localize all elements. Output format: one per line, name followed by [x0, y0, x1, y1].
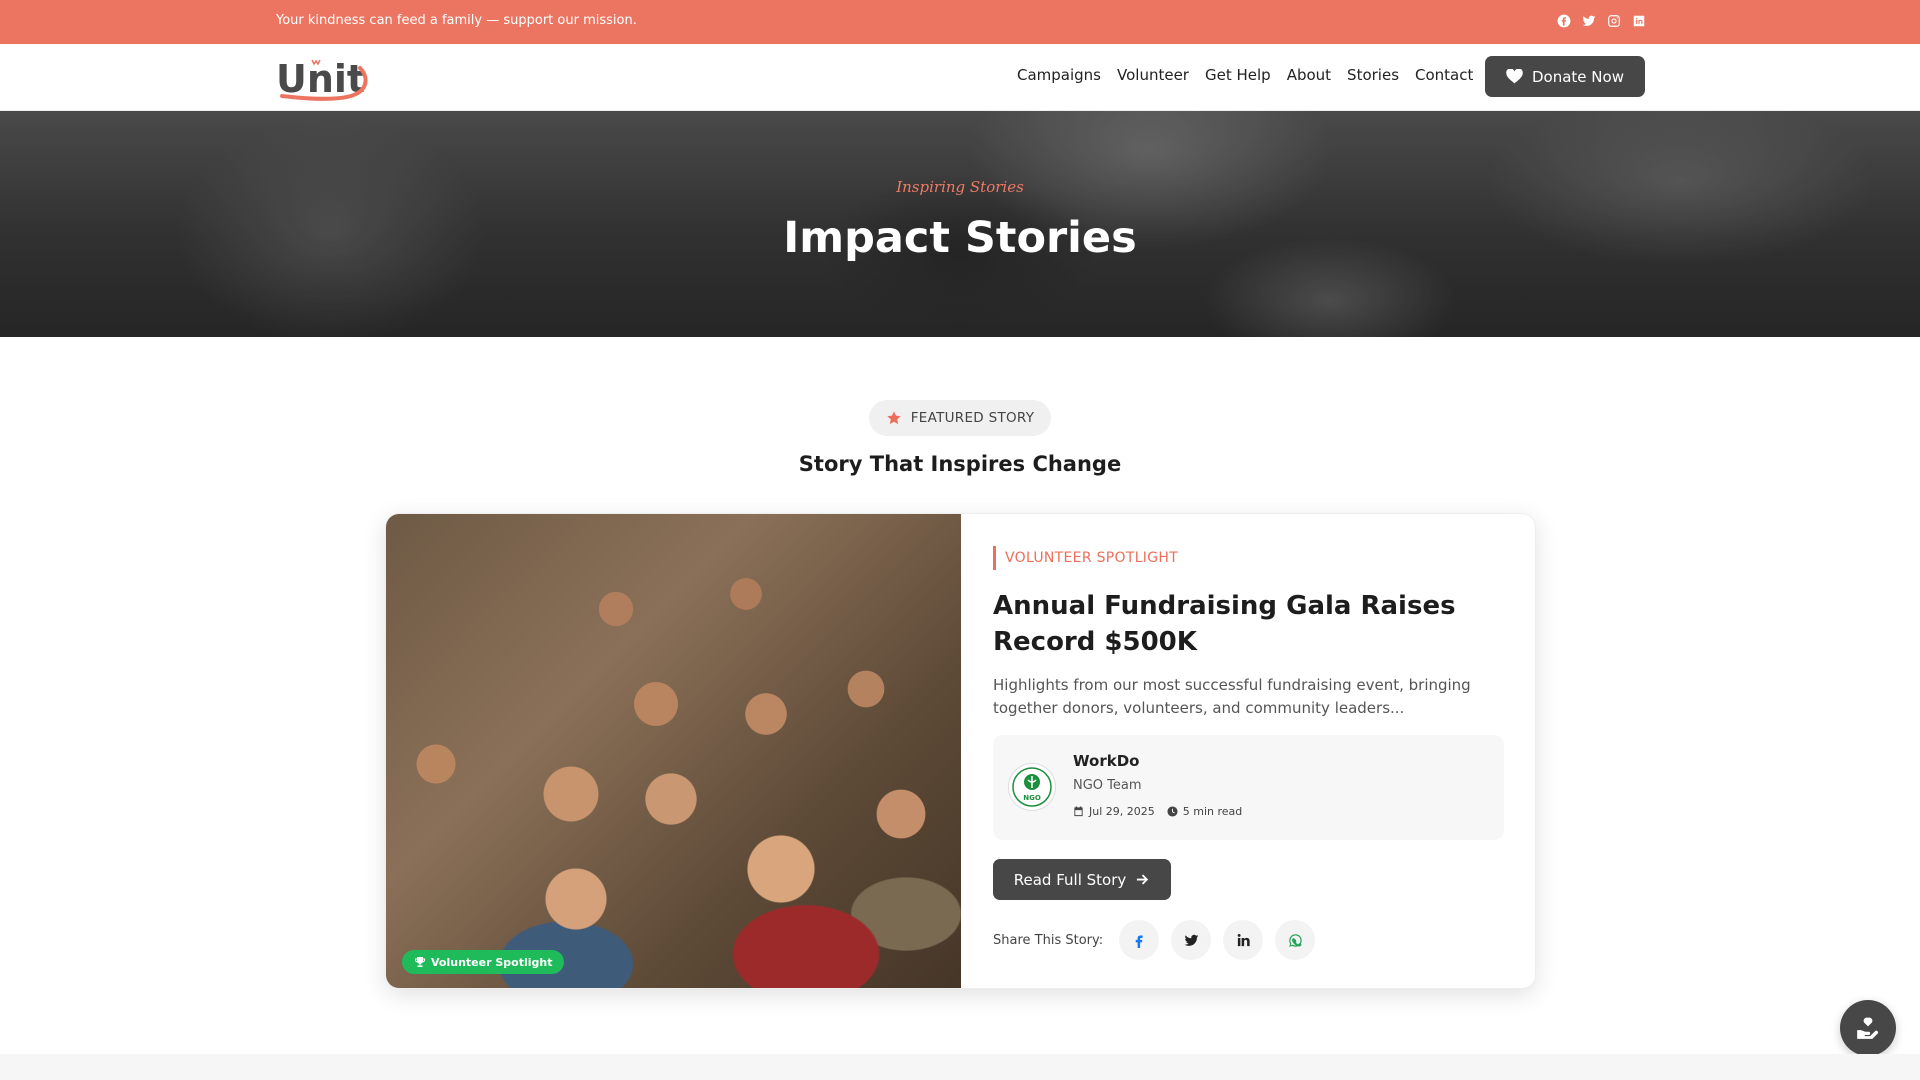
story-image-category-label: Volunteer Spotlight: [431, 955, 553, 969]
share-whatsapp-button[interactable]: [1275, 920, 1316, 960]
nav-volunteer[interactable]: Volunteer: [1117, 66, 1189, 84]
avatar: NGO: [1008, 763, 1056, 811]
nav-contact[interactable]: Contact: [1415, 66, 1473, 84]
main-nav: Campaigns Volunteer Get Help About Stori…: [1017, 66, 1473, 84]
facebook-icon: [1135, 935, 1143, 948]
story-read-time: 5 min read: [1167, 805, 1243, 818]
featured-story-badge-label: FEATURED STORY: [910, 410, 1035, 426]
whatsapp-icon: [1288, 933, 1302, 947]
star-icon: [887, 411, 901, 425]
site-header: Unit Campaigns Volunteer Get Help About …: [0, 44, 1920, 111]
twitter-icon[interactable]: [1581, 13, 1596, 28]
story-image[interactable]: Volunteer Spotlight: [386, 514, 961, 988]
story-date: Jul 29, 2025: [1073, 805, 1155, 818]
story-image-category-tag: Volunteer Spotlight: [402, 950, 565, 974]
topbar-social-links: [1556, 13, 1646, 28]
site-logo[interactable]: Unit: [276, 54, 386, 101]
linkedin-icon[interactable]: [1631, 13, 1646, 28]
story-excerpt: Highlights from our most successful fund…: [993, 676, 1471, 717]
announcement-bar: Your kindness can feed a family — suppor…: [0, 0, 1920, 44]
hero-eyebrow: Inspiring Stories: [896, 178, 1024, 196]
story-content: VOLUNTEER SPOTLIGHT Annual Fundraising G…: [993, 546, 1503, 720]
featured-story-badge: FEATURED STORY: [869, 400, 1051, 436]
read-full-story-label: Read Full Story: [1013, 870, 1127, 889]
share-linkedin-button[interactable]: [1223, 920, 1264, 960]
ngo-logo-icon: NGO: [1012, 767, 1052, 807]
clock-icon: [1167, 806, 1178, 817]
story-read-time-text: 5 min read: [1182, 805, 1243, 818]
donate-now-button[interactable]: Donate Now: [1485, 56, 1645, 97]
author-role: NGO Team: [1073, 778, 1142, 793]
announcement-text: Your kindness can feed a family — suppor…: [276, 13, 637, 28]
twitter-icon: [1184, 934, 1198, 946]
share-story: Share This Story:: [993, 920, 1316, 960]
story-category: VOLUNTEER SPOTLIGHT: [993, 546, 1503, 570]
author-name: WorkDo: [1073, 752, 1140, 770]
floating-donate-button[interactable]: [1840, 1000, 1896, 1056]
share-label: Share This Story:: [993, 932, 1104, 948]
calendar-icon: [1074, 806, 1083, 817]
heart-icon: [1506, 69, 1523, 84]
share-facebook-button[interactable]: [1119, 920, 1160, 960]
instagram-icon[interactable]: [1606, 13, 1621, 28]
arrow-right-icon: [1137, 874, 1149, 885]
story-meta: Jul 29, 2025 5 min read: [1073, 805, 1242, 818]
section-title: Story That Inspires Change: [798, 452, 1122, 476]
nav-get-help[interactable]: Get Help: [1205, 66, 1271, 84]
donate-now-label: Donate Now: [1532, 67, 1624, 86]
nav-stories[interactable]: Stories: [1347, 66, 1399, 84]
facebook-icon[interactable]: [1556, 13, 1571, 28]
next-section-strip: [0, 1054, 1920, 1080]
trophy-icon: [415, 957, 425, 967]
nav-about[interactable]: About: [1287, 66, 1331, 84]
featured-story-card: Volunteer Spotlight VOLUNTEER SPOTLIGHT …: [385, 513, 1536, 989]
author-box: NGO WorkDo NGO Team Jul 29, 2025 5 min r…: [993, 735, 1504, 840]
svg-text:NGO: NGO: [1023, 794, 1041, 802]
nav-campaigns[interactable]: Campaigns: [1017, 66, 1101, 84]
story-date-text: Jul 29, 2025: [1089, 805, 1155, 818]
hero-banner: Inspiring Stories Impact Stories: [0, 111, 1920, 337]
story-title[interactable]: Annual Fundraising Gala Raises Record $5…: [993, 588, 1503, 660]
hand-heart-icon: [1857, 1017, 1879, 1039]
read-full-story-button[interactable]: Read Full Story: [993, 859, 1171, 900]
page-title: Impact Stories: [783, 213, 1137, 263]
linkedin-icon: [1237, 933, 1250, 946]
share-twitter-button[interactable]: [1171, 920, 1212, 960]
